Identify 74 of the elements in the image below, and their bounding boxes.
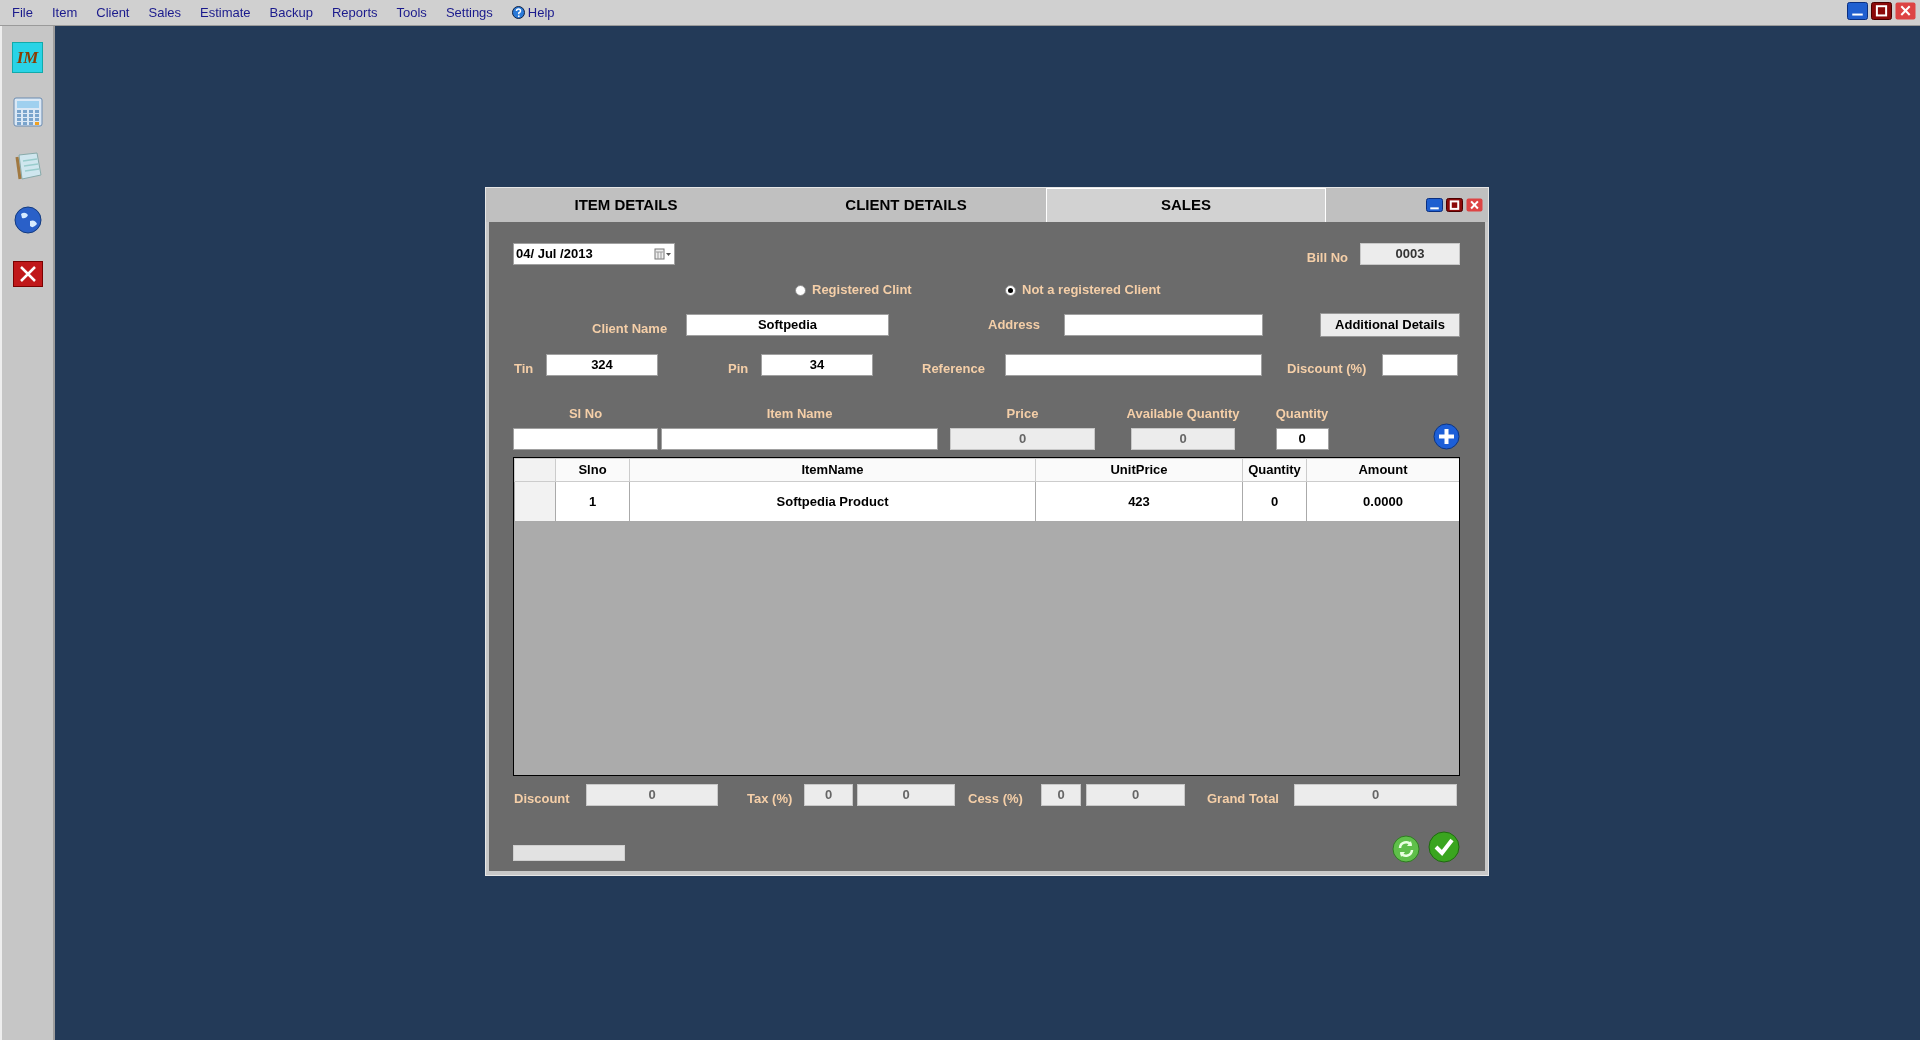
app-logo[interactable]: IM [12, 42, 43, 73]
menu-item[interactable]: Backup [261, 2, 321, 23]
column-label: Price [1006, 406, 1039, 422]
total-field[interactable]: 0 [857, 784, 955, 806]
table-cell: 1 [555, 481, 630, 522]
close-button[interactable] [1895, 2, 1916, 20]
menu-item[interactable]: Sales [140, 2, 190, 23]
field-label: Reference [922, 360, 986, 377]
radio-option[interactable]: Registered Clint [795, 280, 1005, 300]
field-label: Bill No [1306, 249, 1348, 266]
field-label: Pin [728, 360, 750, 377]
entry-field: 0 [1131, 428, 1235, 450]
menu-item[interactable]: Item [43, 2, 86, 23]
table-cell: 0.0000 [1306, 481, 1459, 522]
column-header[interactable]: Slno [555, 458, 630, 482]
column-label: Item Name [766, 406, 833, 422]
help-icon [511, 6, 525, 19]
menu-item[interactable]: Settings [437, 2, 501, 23]
entry-field[interactable] [661, 428, 938, 450]
reference-field[interactable] [1005, 354, 1262, 376]
field-label: Grand Total [1207, 790, 1280, 807]
refresh-icon[interactable] [1392, 835, 1420, 863]
entry-field: 0 [950, 428, 1095, 450]
table-cell: 423 [1035, 481, 1243, 522]
column-header[interactable]: Quantity [1242, 458, 1307, 482]
menu-item[interactable]: File [4, 2, 41, 23]
entry-field[interactable] [513, 428, 658, 450]
table-cell: 0 [1242, 481, 1307, 522]
menu-item[interactable]: Tools [388, 2, 435, 23]
add-icon[interactable] [1433, 423, 1460, 450]
menu-item[interactable]: Client [88, 2, 138, 23]
column-header[interactable]: Amount [1306, 458, 1459, 482]
field-label: Address [988, 317, 1042, 333]
column-label: Sl No [568, 406, 603, 422]
field-label: Cess (%) [968, 790, 1024, 807]
maximize-button[interactable] [1446, 198, 1463, 212]
total-field[interactable]: 0 [804, 784, 853, 806]
row-header-corner [514, 458, 556, 482]
checkmark-icon[interactable] [1428, 831, 1460, 863]
radio-option[interactable]: Not a registered Client [1005, 280, 1215, 300]
field-label: Discount (%) [1287, 360, 1368, 377]
column-label: Available Quantity [1126, 406, 1240, 422]
minimize-button[interactable] [1847, 2, 1868, 20]
total-field[interactable]: 0 [1041, 784, 1081, 806]
total-field[interactable]: 0 [586, 784, 718, 806]
client-name-field[interactable]: Softpedia [686, 314, 889, 336]
menu-item[interactable]: Help [503, 2, 563, 23]
menu-item[interactable]: Reports [324, 2, 386, 23]
calendar-dropdown-icon[interactable] [654, 248, 672, 260]
table-cell: Softpedia Product [629, 481, 1036, 522]
total-field[interactable]: 0 [1086, 784, 1185, 806]
column-header[interactable]: ItemName [629, 458, 1036, 482]
minimize-button[interactable] [1426, 198, 1443, 212]
field-label: Client Name [592, 320, 669, 337]
date-picker[interactable]: 04/ Jul /2013 [513, 243, 675, 265]
tin-field[interactable]: 324 [546, 354, 658, 376]
globe-icon[interactable] [12, 205, 43, 235]
close-button[interactable] [1466, 198, 1483, 212]
column-label: Quantity [1275, 406, 1329, 422]
discount-percent-field[interactable] [1382, 354, 1458, 376]
close-icon[interactable] [12, 259, 43, 289]
address-field[interactable] [1064, 314, 1263, 336]
field-label: Tax (%) [747, 790, 794, 807]
pin-field[interactable]: 34 [761, 354, 873, 376]
field-label: Discount [514, 790, 571, 807]
additional-details-button[interactable]: Additional Details [1320, 313, 1460, 337]
total-field[interactable]: 0 [1294, 784, 1457, 806]
entry-field[interactable]: 0 [1275, 428, 1329, 450]
maximize-button[interactable] [1871, 2, 1892, 20]
tab[interactable]: SALES [1046, 188, 1326, 222]
bill-number-field[interactable]: 0003 [1360, 243, 1460, 265]
menu-item[interactable]: Estimate [192, 2, 259, 23]
field-label: Tin [514, 360, 535, 377]
column-header[interactable]: UnitPrice [1035, 458, 1243, 482]
